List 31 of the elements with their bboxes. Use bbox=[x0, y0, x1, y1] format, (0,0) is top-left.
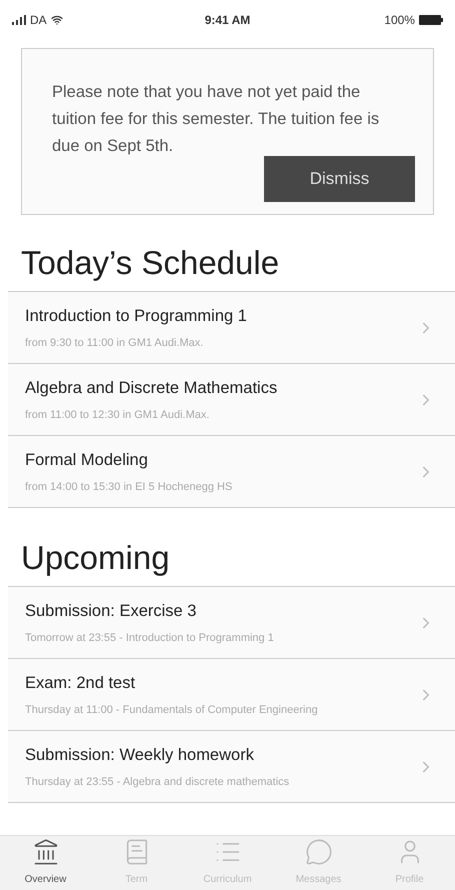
row-title: Submission: Weekly homework bbox=[25, 744, 255, 766]
list-row[interactable]: Submission: Weekly homework Thursday at 23:55 - Algebra and discrete mathematics bbox=[8, 731, 455, 803]
carrier-name: DA bbox=[30, 12, 47, 29]
row-title: Introduction to Programming 1 bbox=[25, 306, 248, 327]
section-heading: Today’s Schedule bbox=[20, 243, 280, 283]
battery-icon bbox=[418, 15, 443, 25]
list-row[interactable]: Introduction to Programming 1 from 9:30 to 11:00 in GM1 Audi.Max. bbox=[8, 292, 455, 364]
tab[interactable]: Overview bbox=[0, 836, 91, 890]
row-subtitle: from 9:30 to 11:00 in GM1 Audi.Max. bbox=[25, 336, 204, 351]
row-title: Exam: 2nd test bbox=[25, 672, 136, 694]
row-subtitle: from 11:00 to 12:30 in GM1 Audi.Max. bbox=[25, 408, 210, 423]
row-subtitle: Tomorrow at 23:55 - Introduction to Programming 1 bbox=[25, 630, 275, 646]
wifi-icon bbox=[50, 14, 63, 26]
row-subtitle: Thursday at 23:55 - Algebra and discrete mathematics bbox=[25, 774, 290, 790]
list-row[interactable]: Formal Modeling from 14:00 to 15:30 in EI 5 Hochenegg HS bbox=[8, 436, 455, 508]
row-title: Submission: Exercise 3 bbox=[25, 600, 198, 622]
row-title: Algebra and Discrete Mathematics bbox=[25, 378, 278, 399]
row-subtitle: from 14:00 to 15:30 in EI 5 Hochenegg HS bbox=[25, 480, 234, 495]
notice-text: Please note that you have not yet paid the tuition fee for this semester. The tuition fee is due on Sept 5th. bbox=[52, 82, 380, 157]
signal-icon bbox=[12, 15, 26, 25]
battery-level: 100% bbox=[384, 12, 415, 29]
list-row[interactable]: Exam: 2nd test Thursday at 11:00 - Fundamentals of Computer Engineering bbox=[8, 659, 455, 731]
status-time: 9:41 AM bbox=[204, 12, 250, 29]
speech-bubble-icon bbox=[304, 838, 332, 866]
list-row[interactable]: Submission: Exercise 3 Tomorrow at 23:55 - Introduction to Programming 1 bbox=[8, 587, 455, 659]
dismiss-button[interactable]: Dismiss bbox=[264, 156, 415, 202]
row-subtitle: Thursday at 11:00 - Fundamentals of Computer Engineering bbox=[25, 702, 319, 718]
bank-icon bbox=[32, 838, 60, 866]
row-title: Formal Modeling bbox=[25, 450, 149, 471]
list-row[interactable]: Algebra and Discrete Mathematics from 11:00 to 12:30 in GM1 Audi.Max. bbox=[8, 364, 455, 436]
section-heading: Upcoming bbox=[20, 538, 171, 578]
